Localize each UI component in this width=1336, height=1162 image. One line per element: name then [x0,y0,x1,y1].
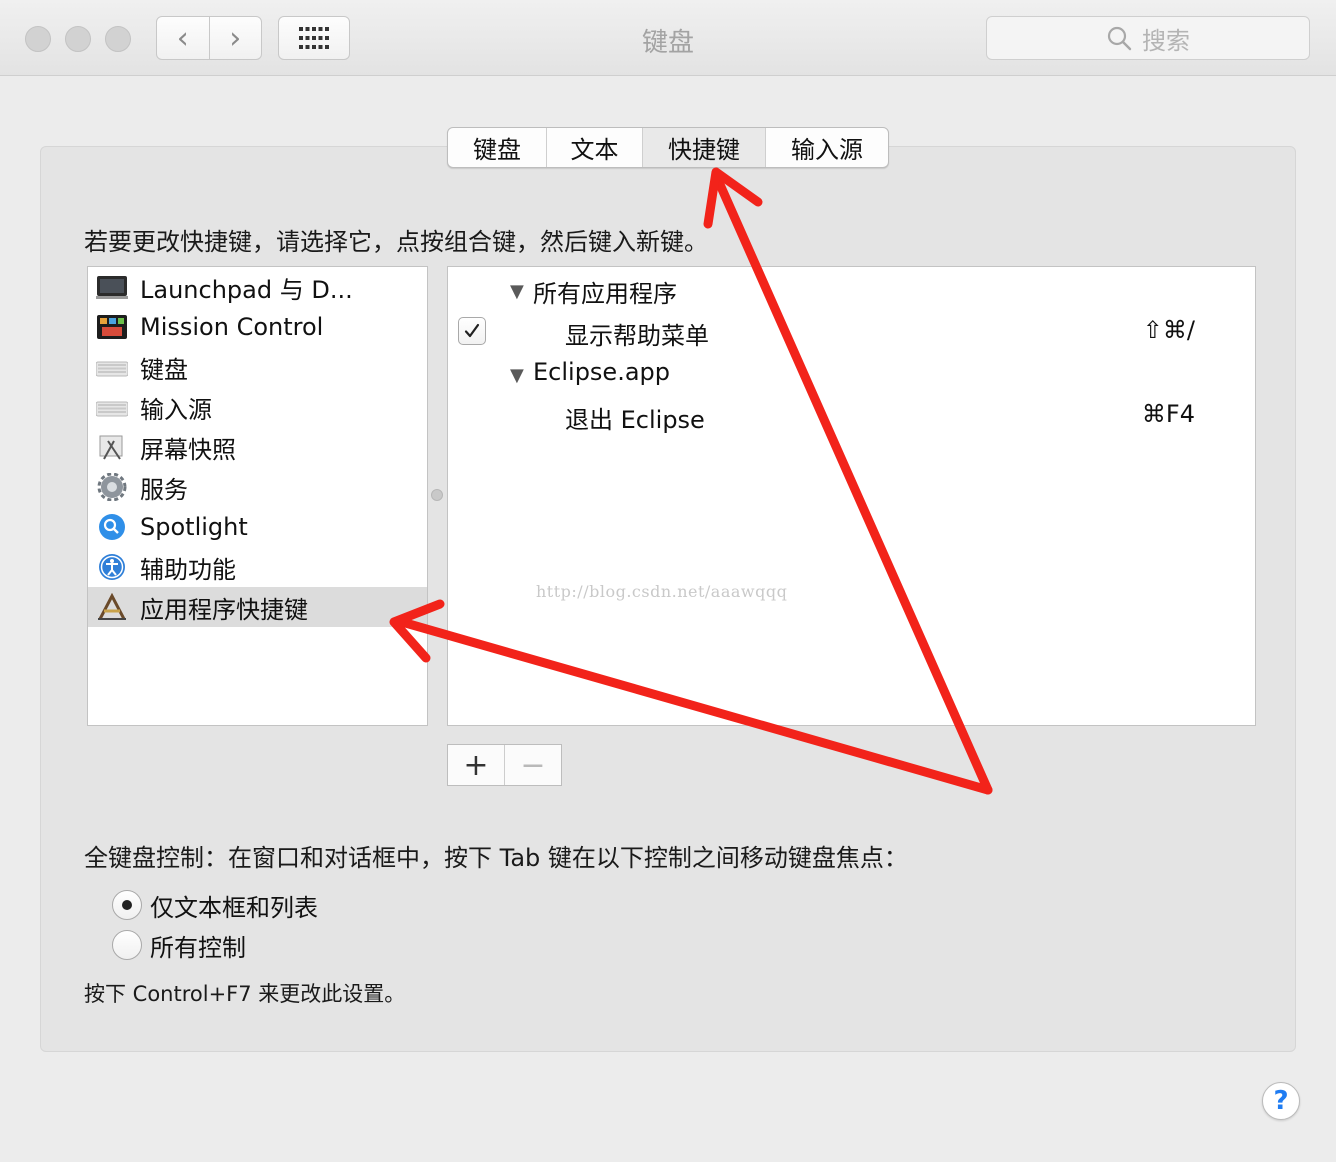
tab-shortcuts[interactable]: 快捷键 [642,128,765,167]
category-spotlight[interactable]: Spotlight [88,507,427,547]
tab-bar: 键盘 文本 快捷键 输入源 [447,127,889,168]
radio-label: 仅文本框和列表 [150,893,318,922]
window-toolbar: ‹ › 键盘 搜索 [0,0,1336,76]
category-label: 辅助功能 [140,555,236,584]
category-keyboard[interactable]: 键盘 [88,347,427,387]
radio-button[interactable] [112,930,142,960]
category-accessibility[interactable]: 辅助功能 [88,547,427,587]
checkmark-icon [464,323,480,338]
category-label: Mission Control [140,313,324,341]
keyboard-icon [96,361,128,377]
shortcut-label: 退出 Eclipse [565,406,705,434]
category-label: 服务 [140,475,188,504]
category-label: Spotlight [140,513,248,541]
category-launchpad[interactable]: Launchpad 与 D... [88,267,427,307]
shortcut-group-eclipse[interactable]: ▼ Eclipse.app [448,353,1255,393]
radio-all-controls[interactable]: 所有控制 [112,928,246,962]
instruction-text: 若要更改快捷键，请选择它，点按组合键，然后键入新键。 [84,228,708,256]
group-label: Eclipse.app [533,358,671,386]
disclosure-triangle-icon[interactable]: ▼ [510,281,524,302]
watermark: http://blog.csdn.net/aaawqqq [536,582,788,601]
screenshot-icon [99,435,123,460]
shortcut-keys[interactable]: ⇧⌘/ [1143,316,1195,344]
category-label: 应用程序快捷键 [140,595,308,624]
group-label: 所有应用程序 [533,280,677,308]
spotlight-icon [99,514,125,540]
category-input-sources[interactable]: 输入源 [88,387,427,427]
category-label: Launchpad 与 D... [140,275,353,304]
tab-input-sources[interactable]: 输入源 [765,128,888,167]
category-label: 屏幕快照 [140,435,236,464]
search-field[interactable]: 搜索 [986,16,1310,60]
launchpad-icon [96,276,128,299]
shortcut-enabled-checkbox[interactable] [458,317,486,345]
hint-text: 按下 Control+F7 来更改此设置。 [84,982,406,1006]
shortcut-list[interactable]: ▼ 所有应用程序 显示帮助菜单 ⇧⌘/ ▼ Eclipse.app 退出 Ecl… [447,266,1256,726]
category-screenshots[interactable]: 屏幕快照 [88,427,427,467]
tab-keyboard[interactable]: 键盘 [448,128,546,167]
category-services[interactable]: 服务 [88,467,427,507]
shortcut-keys[interactable]: ⌘F4 [1142,400,1195,428]
mission-control-icon [97,315,127,339]
search-icon [1107,26,1132,51]
split-view-handle[interactable] [431,489,443,501]
shortcut-group-all-apps[interactable]: ▼ 所有应用程序 [448,269,1255,309]
remove-shortcut-button[interactable]: − [504,745,561,785]
add-shortcut-button[interactable]: + [448,745,504,785]
shortcut-row[interactable]: 退出 Eclipse ⌘F4 [448,395,1255,435]
category-label: 输入源 [140,395,212,424]
tab-text[interactable]: 文本 [546,128,642,167]
shortcut-category-list[interactable]: Launchpad 与 D... Mission Control 键盘 输入源 … [87,266,428,726]
search-placeholder: 搜索 [1142,26,1190,55]
category-app-shortcuts[interactable]: 应用程序快捷键 [88,587,427,627]
radio-text-boxes-lists[interactable]: 仅文本框和列表 [112,888,318,922]
shortcut-label: 显示帮助菜单 [565,322,709,350]
disclosure-triangle-icon[interactable]: ▼ [510,365,524,386]
keyboard-icon [96,401,128,417]
category-label: 键盘 [140,355,188,384]
add-remove-buttons: + − [447,744,562,786]
radio-label: 所有控制 [150,933,246,962]
category-mission-control[interactable]: Mission Control [88,307,427,347]
radio-selected-dot [122,900,132,910]
help-button[interactable]: ? [1262,1082,1300,1120]
app-shortcuts-icon [98,593,126,620]
shortcut-row[interactable]: 显示帮助菜单 ⇧⌘/ [448,311,1255,351]
radio-button[interactable] [112,890,142,920]
full-keyboard-access-label: 全键盘控制：在窗口和对话框中，按下 Tab 键在以下控制之间移动键盘焦点： [84,844,908,872]
gear-icon [97,473,127,501]
accessibility-icon [99,554,125,580]
